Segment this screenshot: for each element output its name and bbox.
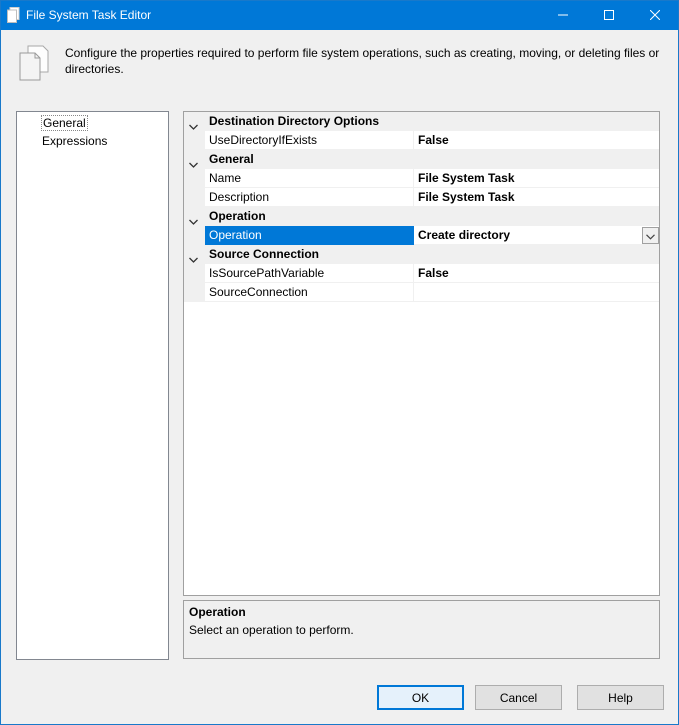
minimize-button[interactable]: [540, 1, 586, 30]
title-bar[interactable]: File System Task Editor: [1, 1, 678, 30]
category-label: Source Connection: [209, 247, 320, 261]
property-row-issourcepathvariable[interactable]: IsSourcePathVariable False: [184, 264, 659, 283]
property-value[interactable]: File System Task: [414, 169, 659, 188]
property-value[interactable]: File System Task: [414, 188, 659, 207]
description-title: Operation: [189, 605, 246, 619]
navigation-pane: General Expressions: [16, 111, 169, 660]
property-name: IsSourcePathVariable: [205, 264, 414, 283]
window-title: File System Task Editor: [26, 8, 152, 22]
category-label: Operation: [209, 209, 266, 223]
chevron-down-icon[interactable]: [189, 213, 198, 225]
property-name: Operation: [205, 226, 414, 245]
property-name: Name: [205, 169, 414, 188]
property-row-name[interactable]: Name File System Task: [184, 169, 659, 188]
ok-button[interactable]: OK: [377, 685, 464, 710]
app-icon: [7, 7, 20, 23]
nav-item-expressions[interactable]: Expressions: [41, 133, 108, 149]
chevron-down-icon: [646, 229, 655, 243]
property-value[interactable]: False: [414, 264, 659, 283]
property-row-usedirectoryifexists[interactable]: UseDirectoryIfExists False: [184, 131, 659, 150]
cancel-button[interactable]: Cancel: [475, 685, 562, 710]
category-destination-directory-options[interactable]: Destination Directory Options: [184, 112, 659, 131]
documents-icon: [19, 45, 49, 81]
property-row-operation[interactable]: Operation Create directory: [184, 226, 659, 245]
property-name: SourceConnection: [205, 283, 414, 302]
category-source-connection[interactable]: Source Connection: [184, 245, 659, 264]
chevron-down-icon[interactable]: [189, 156, 198, 168]
category-label: General: [209, 152, 254, 166]
chevron-down-icon[interactable]: [189, 251, 198, 263]
dropdown-button[interactable]: [642, 227, 659, 244]
property-name: UseDirectoryIfExists: [205, 131, 414, 150]
category-general[interactable]: General: [184, 150, 659, 169]
dialog-window: File System Task Editor Configure the pr…: [0, 0, 679, 725]
property-row-description[interactable]: Description File System Task: [184, 188, 659, 207]
property-row-sourceconnection[interactable]: SourceConnection: [184, 283, 659, 302]
help-button[interactable]: Help: [577, 685, 664, 710]
close-button[interactable]: [632, 1, 678, 30]
property-value[interactable]: [414, 283, 659, 302]
close-icon: [649, 9, 661, 23]
chevron-down-icon[interactable]: [189, 118, 198, 130]
description-panel: Operation Select an operation to perform…: [183, 600, 660, 659]
nav-item-general[interactable]: General: [41, 115, 88, 131]
minimize-icon: [558, 9, 568, 23]
maximize-icon: [604, 9, 614, 23]
property-value[interactable]: False: [414, 131, 659, 150]
property-grid: Destination Directory Options UseDirecto…: [183, 111, 660, 596]
category-label: Destination Directory Options: [209, 114, 380, 128]
maximize-button[interactable]: [586, 1, 632, 30]
property-name: Description: [205, 188, 414, 207]
operation-dropdown[interactable]: Create directory: [414, 226, 659, 245]
description-text: Select an operation to perform.: [189, 623, 354, 637]
header-description: Configure the properties required to per…: [65, 46, 660, 76]
category-operation[interactable]: Operation: [184, 207, 659, 226]
